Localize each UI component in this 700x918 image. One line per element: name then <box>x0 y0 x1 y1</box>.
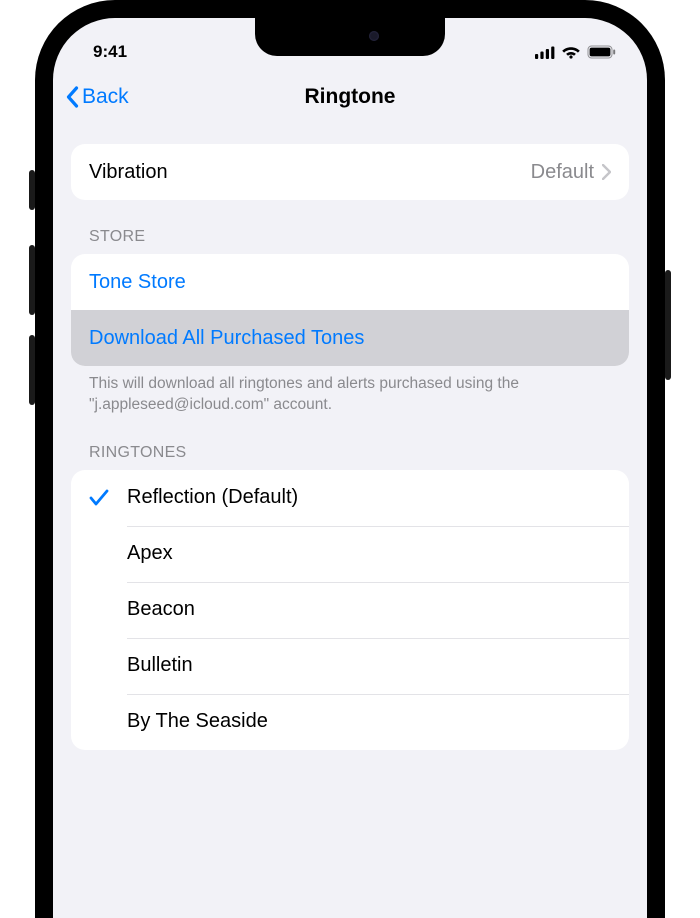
ringtone-label: Bulletin <box>127 654 193 677</box>
notch <box>255 18 445 56</box>
screen: 9:41 <box>53 18 647 918</box>
back-label: Back <box>82 85 129 109</box>
cellular-icon <box>535 46 555 59</box>
vibration-row[interactable]: Vibration Default <box>71 144 629 200</box>
mute-switch <box>29 170 35 210</box>
status-time: 9:41 <box>93 42 127 62</box>
ringtone-item-bulletin[interactable]: Bulletin <box>71 638 629 694</box>
ringtones-group: RINGTONES Reflection (Default) Apex <box>71 444 629 750</box>
ringtones-card: Reflection (Default) Apex Beacon Bulleti… <box>71 470 629 750</box>
chevron-right-icon <box>602 164 611 180</box>
page-title: Ringtone <box>305 85 396 109</box>
front-camera <box>369 31 379 41</box>
ringtone-item-reflection[interactable]: Reflection (Default) <box>71 470 629 526</box>
ringtone-label: Beacon <box>127 598 195 621</box>
volume-up-button <box>29 245 35 315</box>
ringtone-item-beacon[interactable]: Beacon <box>71 582 629 638</box>
ringtone-label: Apex <box>127 542 173 565</box>
volume-down-button <box>29 335 35 405</box>
power-button <box>665 270 671 380</box>
checkmark-icon <box>71 489 127 507</box>
download-all-label: Download All Purchased Tones <box>89 327 364 350</box>
tone-store-label: Tone Store <box>89 271 186 294</box>
ringtone-item-by-the-seaside[interactable]: By The Seaside <box>71 694 629 750</box>
phone-frame: 9:41 <box>35 0 665 918</box>
vibration-group: Vibration Default <box>71 144 629 200</box>
ringtones-header: RINGTONES <box>71 444 629 470</box>
battery-icon <box>587 45 617 59</box>
chevron-left-icon <box>65 86 80 108</box>
content: Vibration Default STORE Tone Store <box>53 144 647 750</box>
store-header: STORE <box>71 228 629 254</box>
ringtone-label: Reflection (Default) <box>127 486 298 509</box>
ringtone-item-apex[interactable]: Apex <box>71 526 629 582</box>
vibration-value: Default <box>531 161 594 184</box>
tone-store-row[interactable]: Tone Store <box>71 254 629 310</box>
vibration-card: Vibration Default <box>71 144 629 200</box>
wifi-icon <box>561 45 581 59</box>
status-icons <box>535 45 617 59</box>
nav-bar: Back Ringtone <box>53 72 647 122</box>
store-card: Tone Store Download All Purchased Tones <box>71 254 629 366</box>
ringtone-label: By The Seaside <box>127 710 268 733</box>
store-group: STORE Tone Store Download All Purchased … <box>71 228 629 416</box>
back-button[interactable]: Back <box>65 85 129 109</box>
download-all-row[interactable]: Download All Purchased Tones <box>71 310 629 366</box>
store-footer: This will download all ringtones and ale… <box>71 366 629 416</box>
vibration-label: Vibration <box>89 161 168 184</box>
